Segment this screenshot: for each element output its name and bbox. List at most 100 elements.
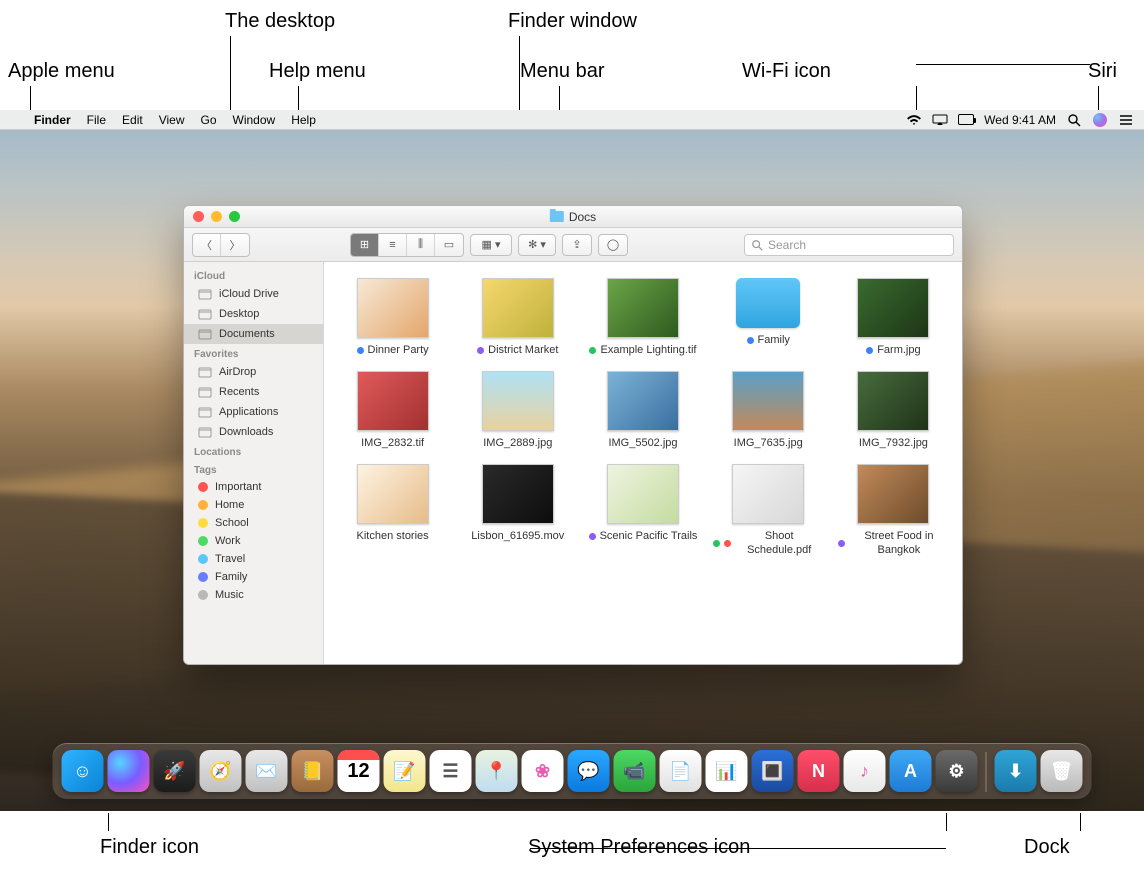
sidebar-item-icon <box>198 307 212 321</box>
menu-app-name[interactable]: Finder <box>26 113 79 127</box>
file-item[interactable]: Street Food in Bangkok <box>833 464 954 556</box>
back-button[interactable]: 〈 <box>193 234 221 256</box>
sidebar-item-desktop[interactable]: Desktop <box>184 304 323 324</box>
sidebar-tag-label: Family <box>215 571 247 583</box>
dock-icon-itunes[interactable]: ♪ <box>844 750 886 792</box>
file-name: District Market <box>488 344 558 357</box>
airplay-icon[interactable] <box>932 113 948 127</box>
action-button[interactable]: ✻ ▾ <box>518 234 556 256</box>
sidebar-tag-music[interactable]: Music <box>184 586 323 604</box>
battery-icon[interactable] <box>958 113 974 127</box>
dock-icon-photos[interactable]: ❀ <box>522 750 564 792</box>
sidebar-tag-important[interactable]: Important <box>184 478 323 496</box>
dock-icon-appstore[interactable]: A <box>890 750 932 792</box>
file-thumbnail <box>732 371 804 431</box>
finder-titlebar[interactable]: Docs <box>184 206 962 228</box>
file-thumbnail <box>482 464 554 524</box>
dock-icon-downloads[interactable]: ⬇︎ <box>995 750 1037 792</box>
spotlight-icon[interactable] <box>1066 113 1082 127</box>
wifi-icon[interactable] <box>906 113 922 127</box>
file-tag-dot <box>838 540 845 547</box>
file-name: Example Lighting.tif <box>600 344 696 357</box>
dock-icon-safari[interactable]: 🧭 <box>200 750 242 792</box>
sidebar-item-icloud-drive[interactable]: iCloud Drive <box>184 284 323 304</box>
forward-button[interactable]: 〉 <box>221 234 249 256</box>
window-minimize-button[interactable] <box>211 211 222 222</box>
file-item[interactable]: IMG_7932.jpg <box>833 371 954 450</box>
menubar-clock[interactable]: Wed 9:41 AM <box>984 113 1056 127</box>
sidebar-item-icon <box>198 385 212 399</box>
dock-icon-siri[interactable] <box>108 750 150 792</box>
sidebar-item-applications[interactable]: Applications <box>184 402 323 422</box>
menu-view[interactable]: View <box>151 113 193 127</box>
sidebar-item-label: AirDrop <box>219 366 256 378</box>
sidebar-item-airdrop[interactable]: AirDrop <box>184 362 323 382</box>
dock-icon-system-preferences[interactable]: ⚙︎ <box>936 750 978 792</box>
menu-go[interactable]: Go <box>193 113 225 127</box>
file-item[interactable]: Example Lighting.tif <box>582 278 703 357</box>
dock-icon-calendar[interactable]: 12 <box>338 750 380 792</box>
menu-window[interactable]: Window <box>225 113 284 127</box>
menu-help[interactable]: Help <box>283 113 324 127</box>
file-item[interactable]: IMG_2889.jpg <box>457 371 578 450</box>
tags-button[interactable]: ◯ <box>598 234 628 256</box>
sidebar-item-icon <box>198 327 212 341</box>
view-icons-button[interactable]: ⊞ <box>351 234 379 256</box>
file-item[interactable]: IMG_2832.tif <box>332 371 453 450</box>
siri-menubar-icon[interactable] <box>1092 113 1108 127</box>
dock-icon-maps[interactable]: 📍 <box>476 750 518 792</box>
file-thumbnail <box>607 464 679 524</box>
dock-icon-trash[interactable]: 🗑 <box>1041 750 1083 792</box>
file-item[interactable]: Farm.jpg <box>833 278 954 357</box>
finder-window[interactable]: Docs 〈 〉 ⊞ ≡ ⫼ ▭ ▦ ▾ ✻ ▾ ⇪ ◯ <box>183 205 963 665</box>
view-gallery-button[interactable]: ▭ <box>435 234 463 256</box>
file-item[interactable]: Scenic Pacific Trails <box>582 464 703 556</box>
callout-apple-menu: Apple menu <box>8 60 115 83</box>
file-thumbnail <box>357 371 429 431</box>
notification-center-icon[interactable] <box>1118 113 1134 127</box>
menu-edit[interactable]: Edit <box>114 113 151 127</box>
file-item[interactable]: District Market <box>457 278 578 357</box>
desktop-wallpaper[interactable]: Finder File Edit View Go Window Help Wed… <box>0 110 1144 811</box>
view-list-button[interactable]: ≡ <box>379 234 407 256</box>
dock-separator <box>986 752 987 792</box>
callout-desktop: The desktop <box>225 10 335 33</box>
sidebar-tag-work[interactable]: Work <box>184 532 323 550</box>
dock-icon-messages[interactable]: 💬 <box>568 750 610 792</box>
finder-content[interactable]: Dinner Party District Market Example Lig… <box>324 262 962 664</box>
group-button[interactable]: ▦ ▾ <box>470 234 512 256</box>
sidebar-item-downloads[interactable]: Downloads <box>184 422 323 442</box>
file-item[interactable]: IMG_5502.jpg <box>582 371 703 450</box>
sidebar-tag-travel[interactable]: Travel <box>184 550 323 568</box>
dock-icon-reminders[interactable]: ☰ <box>430 750 472 792</box>
share-button[interactable]: ⇪ <box>562 234 592 256</box>
menu-file[interactable]: File <box>79 113 114 127</box>
view-columns-button[interactable]: ⫼ <box>407 234 435 256</box>
dock-icon-launchpad[interactable]: 🚀 <box>154 750 196 792</box>
sidebar-tag-home[interactable]: Home <box>184 496 323 514</box>
dock-icon-keynote[interactable]: 🔳 <box>752 750 794 792</box>
dock-icon-news[interactable]: N <box>798 750 840 792</box>
file-item[interactable]: Shoot Schedule.pdf <box>708 464 829 556</box>
sidebar-tag-school[interactable]: School <box>184 514 323 532</box>
window-close-button[interactable] <box>193 211 204 222</box>
sidebar-tag-family[interactable]: Family <box>184 568 323 586</box>
file-item[interactable]: Kitchen stories <box>332 464 453 556</box>
sidebar-item-recents[interactable]: Recents <box>184 382 323 402</box>
dock-icon-notes[interactable]: 📝 <box>384 750 426 792</box>
dock-icon-mail[interactable]: ✉️ <box>246 750 288 792</box>
dock-icon-finder[interactable]: ☺ <box>62 750 104 792</box>
file-item[interactable]: Family <box>708 278 829 357</box>
window-zoom-button[interactable] <box>229 211 240 222</box>
dock-icon-numbers[interactable]: 📊 <box>706 750 748 792</box>
dock-icon-pages[interactable]: 📄 <box>660 750 702 792</box>
file-item[interactable]: Dinner Party <box>332 278 453 357</box>
file-item[interactable]: IMG_7635.jpg <box>708 371 829 450</box>
dock-icon-contacts[interactable]: 📒 <box>292 750 334 792</box>
tag-color-dot <box>198 500 208 510</box>
file-name: IMG_7635.jpg <box>734 437 803 450</box>
sidebar-item-documents[interactable]: Documents <box>184 324 323 344</box>
search-field[interactable]: Search <box>744 234 954 256</box>
dock-icon-facetime[interactable]: 📹 <box>614 750 656 792</box>
file-item[interactable]: Lisbon_61695.mov <box>457 464 578 556</box>
